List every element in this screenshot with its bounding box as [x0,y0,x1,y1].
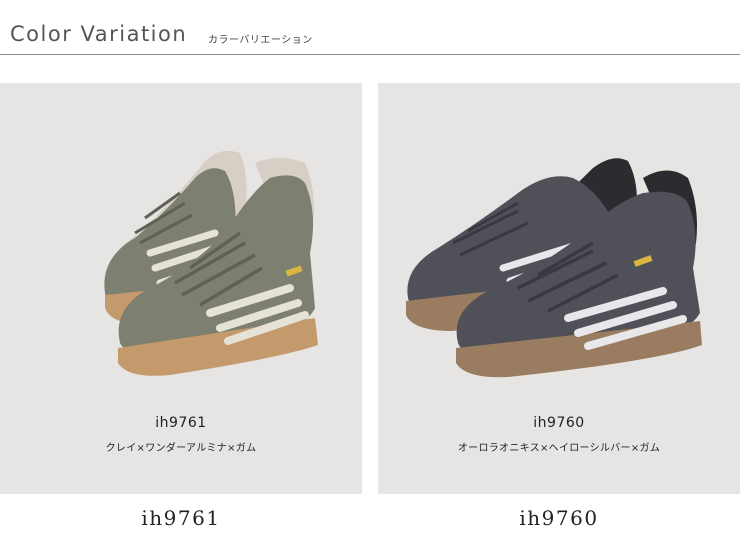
section-header: Color Variation カラーバリエーション [0,0,740,56]
product-image [406,158,702,378]
caption-ih9760: ih9760 [519,506,599,530]
product-color-name: オーロラオニキス×ヘイローシルバー×ガム [457,443,661,454]
section-subtitle: カラーバリエーション [208,35,313,46]
header-divider [0,54,740,55]
product-card-ih9760[interactable]: ih9760 オーロラオニキス×ヘイローシルバー×ガム [378,83,740,494]
product-code: ih9760 [533,415,585,431]
caption-ih9761: ih9761 [141,506,221,530]
section-title: Color Variation [10,22,188,46]
product-code: ih9761 [155,415,207,431]
product-card-ih9761[interactable]: ih9761 クレイ×ワンダーアルミナ×ガム [0,83,362,494]
product-color-name: クレイ×ワンダーアルミナ×ガム [105,443,257,454]
product-image [104,150,318,376]
